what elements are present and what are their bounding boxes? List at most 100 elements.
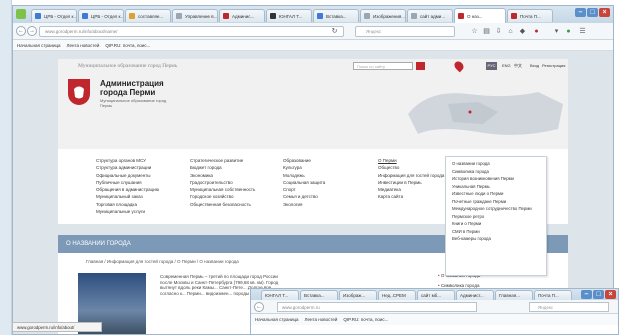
bookmarks-icon[interactable]: ▤ xyxy=(483,28,490,35)
site-search-input[interactable]: Поиск по сайту xyxy=(353,62,413,70)
second-tab-7[interactable]: Почта П... xyxy=(534,290,572,300)
bookmark-news[interactable]: Лента новостей xyxy=(67,43,100,48)
menu-item[interactable]: Муниципальный заказ xyxy=(96,193,159,200)
breadcrumb[interactable]: Главная / Информация для гостей города /… xyxy=(86,259,239,264)
tab-4[interactable]: Админис... xyxy=(219,9,265,22)
lang-ru[interactable]: РУС xyxy=(486,62,497,70)
dropdown-item[interactable]: СМИ в Перми xyxy=(452,228,540,236)
second-tab-2[interactable]: Изображ... xyxy=(339,290,377,300)
second-tab-label: Вставка... xyxy=(304,293,325,298)
tab-2[interactable]: составляе... xyxy=(125,9,171,22)
maximize-button[interactable]: □ xyxy=(587,8,598,17)
dropdown-item[interactable]: Известные люди о Перми xyxy=(452,190,540,198)
menu-item[interactable]: Медиатека xyxy=(378,186,444,193)
minimize-button[interactable]: – xyxy=(575,8,586,17)
download-icon[interactable]: ⇩ xyxy=(495,28,502,35)
menu-item[interactable]: Информация для гостей города xyxy=(378,172,444,179)
dropdown-item[interactable]: Символика города xyxy=(452,168,540,176)
tab-3[interactable]: Управление в... xyxy=(172,9,218,22)
dropdown-item[interactable]: Международное сотрудничество Перми xyxy=(452,205,540,213)
security-icon[interactable]: ● xyxy=(565,28,572,35)
admin-title[interactable]: Администрация города Перми xyxy=(100,79,190,97)
second-url-bar[interactable]: www.gorodperm.ru xyxy=(277,302,477,312)
second-maximize-button[interactable]: □ xyxy=(593,290,604,299)
second-bookmark-start-page[interactable]: Начальная страница xyxy=(255,317,299,322)
dropdown-item[interactable]: О названии города xyxy=(452,160,540,168)
bookmark-star-icon[interactable]: ☆ xyxy=(471,28,478,35)
menu-item[interactable]: Карта сайта xyxy=(378,193,444,200)
menu-item[interactable]: Культура xyxy=(283,164,325,171)
perm-crest-logo[interactable] xyxy=(68,79,90,105)
url-bar[interactable]: www.gorodperm.ru/info/about/name/ xyxy=(39,26,344,37)
lang-cn[interactable]: 中文 xyxy=(514,63,522,69)
menu-item[interactable]: Структура органов МСУ xyxy=(96,157,159,164)
tab-5[interactable]: ЮНГАЛ Т... xyxy=(266,9,312,22)
dropdown-item[interactable]: Книги о Перми xyxy=(452,220,540,228)
menu-item[interactable]: Общественная безопасность xyxy=(190,201,255,208)
site-search-button[interactable] xyxy=(416,62,425,70)
menu-item[interactable]: Муниципальная собственность xyxy=(190,186,255,193)
second-tab-0[interactable]: ЮНГАЛ Т... xyxy=(261,290,299,300)
tab-0[interactable]: ЦРБ - Отдел к... xyxy=(31,9,77,22)
dropdown-item[interactable]: История возникновения Перми xyxy=(452,175,540,183)
tab-6[interactable]: Вставка... xyxy=(313,9,359,22)
menu-item[interactable]: Городское хозяйство xyxy=(190,193,255,200)
browser-logo-icon[interactable] xyxy=(16,9,26,19)
menu-item[interactable]: Официальные документы xyxy=(96,172,159,179)
second-back-button[interactable]: ← xyxy=(254,302,264,312)
second-tab-5[interactable]: Админист... xyxy=(456,290,494,300)
login-link[interactable]: Вход xyxy=(530,63,539,68)
bookmark-qip[interactable]: QIP.RU: почта, поис... xyxy=(105,43,150,48)
second-bookmark-news[interactable]: Лента новостей xyxy=(305,317,338,322)
menu-item[interactable]: Экология xyxy=(283,201,325,208)
menu-item[interactable]: Инвестиции в Пермь xyxy=(378,179,444,186)
second-bookmark-qip[interactable]: QIP.RU: почта, поис... xyxy=(343,317,388,322)
menu-item[interactable]: Молодежь xyxy=(283,172,325,179)
close-button[interactable]: × xyxy=(599,8,610,17)
bookmark-start-page[interactable]: Начальная страница xyxy=(17,43,61,48)
menu-item[interactable]: Семья и детство xyxy=(283,193,325,200)
dropdown-item[interactable]: Уникальная Пермь xyxy=(452,183,540,191)
menu-item-about-perm[interactable]: О Перми xyxy=(378,157,444,164)
tab-8[interactable]: сайт адми... xyxy=(407,9,453,22)
dropdown-item[interactable]: Веб-камеры города xyxy=(452,235,540,243)
register-link[interactable]: Регистрация xyxy=(542,63,565,68)
second-tab-3[interactable]: Нед..СРЕМ xyxy=(378,290,416,300)
menu-item[interactable]: Градостроительство xyxy=(190,179,255,186)
menu-item[interactable]: Спорт xyxy=(283,186,325,193)
second-tab-1[interactable]: Вставка... xyxy=(300,290,338,300)
tab-1[interactable]: ЦРБ - Отдел к... xyxy=(78,9,124,22)
second-search-input[interactable]: Яндекс xyxy=(529,302,609,312)
menu-item[interactable]: Публичные слушания xyxy=(96,179,159,186)
second-close-button[interactable]: × xyxy=(605,290,616,299)
menu-item[interactable]: Экономика xyxy=(190,172,255,179)
lang-en[interactable]: ENG xyxy=(502,63,511,68)
home-icon[interactable]: ⌂ xyxy=(507,28,514,35)
menu-item[interactable]: Муниципальные услуги xyxy=(96,208,159,215)
tab-10[interactable]: Почта П... xyxy=(507,9,553,22)
tab-9[interactable]: О наз... xyxy=(454,8,506,23)
menu-item[interactable]: Обращения в администрацию xyxy=(96,186,159,193)
menu-item[interactable]: Социальная защита xyxy=(283,179,325,186)
back-button[interactable]: ← xyxy=(16,26,26,36)
dropdown-item[interactable]: Пермское ретро xyxy=(452,213,540,221)
menu-item[interactable]: Торговая площадка xyxy=(96,201,159,208)
second-tab-6[interactable]: Главная... xyxy=(495,290,533,300)
menu-item[interactable]: Образование xyxy=(283,157,325,164)
forward-button[interactable]: → xyxy=(27,26,37,36)
reload-icon[interactable]: ↻ xyxy=(331,28,338,35)
menu-arrow-icon[interactable]: ▾ xyxy=(553,28,560,35)
search-input[interactable]: Яндекс xyxy=(355,26,455,37)
dropdown-item[interactable]: Почетные граждане Перми xyxy=(452,198,540,206)
addon-icon[interactable]: ● xyxy=(533,28,540,35)
menu-item[interactable]: Общество xyxy=(378,164,444,171)
second-tab-4[interactable]: сайт мб... xyxy=(417,290,455,300)
tab-7[interactable]: Изображения... xyxy=(360,9,406,22)
menu-item[interactable]: Бюджет города xyxy=(190,164,255,171)
menu-item[interactable]: Структура администрации xyxy=(96,164,159,171)
extension-icon[interactable]: ◆ xyxy=(519,28,526,35)
map-pin-icon[interactable] xyxy=(452,59,466,73)
settings-icon[interactable]: ☰ xyxy=(579,28,586,35)
second-minimize-button[interactable]: – xyxy=(581,290,592,299)
menu-item[interactable]: Стратегическое развитие xyxy=(190,157,255,164)
